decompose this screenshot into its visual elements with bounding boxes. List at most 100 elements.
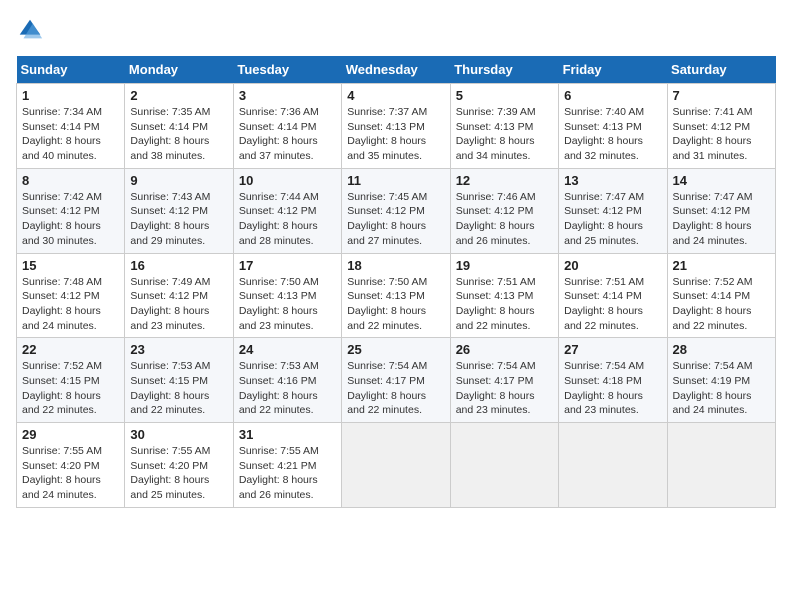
- day-number: 14: [673, 173, 770, 188]
- calendar-cell: 5Sunrise: 7:39 AMSunset: 4:13 PMDaylight…: [450, 84, 558, 169]
- calendar-cell: [559, 423, 667, 508]
- day-number: 30: [130, 427, 227, 442]
- calendar-cell: 8 Sunrise: 7:42 AMSunset: 4:12 PMDaylight…: [17, 168, 125, 253]
- day-number: 27: [564, 342, 661, 357]
- day-info: Sunrise: 7:37 AMSunset: 4:13 PMDaylight:…: [347, 106, 427, 162]
- day-info: Sunrise: 7:51 AMSunset: 4:14 PMDaylight:…: [564, 276, 644, 332]
- day-number: 19: [456, 258, 553, 273]
- day-info: Sunrise: 7:53 AMSunset: 4:16 PMDaylight:…: [239, 360, 319, 416]
- day-info: Sunrise: 7:49 AMSunset: 4:12 PMDaylight:…: [130, 276, 210, 332]
- day-info: Sunrise: 7:55 AMSunset: 4:21 PMDaylight:…: [239, 445, 319, 501]
- header-thursday: Thursday: [450, 56, 558, 84]
- day-info: Sunrise: 7:41 AMSunset: 4:12 PMDaylight:…: [673, 106, 753, 162]
- day-info: Sunrise: 7:54 AMSunset: 4:17 PMDaylight:…: [456, 360, 536, 416]
- calendar-cell: 11 Sunrise: 7:45 AMSunset: 4:12 PMDayligh…: [342, 168, 450, 253]
- calendar-cell: 17 Sunrise: 7:50 AMSunset: 4:13 PMDayligh…: [233, 253, 341, 338]
- day-info: Sunrise: 7:55 AMSunset: 4:20 PMDaylight:…: [130, 445, 210, 501]
- calendar-week-row: 15 Sunrise: 7:48 AMSunset: 4:12 PMDayligh…: [17, 253, 776, 338]
- calendar-cell: 20 Sunrise: 7:51 AMSunset: 4:14 PMDayligh…: [559, 253, 667, 338]
- day-number: 15: [22, 258, 119, 273]
- header-saturday: Saturday: [667, 56, 775, 84]
- header-monday: Monday: [125, 56, 233, 84]
- day-info: Sunrise: 7:50 AMSunset: 4:13 PMDaylight:…: [239, 276, 319, 332]
- calendar-cell: 30 Sunrise: 7:55 AMSunset: 4:20 PMDayligh…: [125, 423, 233, 508]
- day-number: 4: [347, 88, 444, 103]
- calendar-header-row: SundayMondayTuesdayWednesdayThursdayFrid…: [17, 56, 776, 84]
- day-number: 5: [456, 88, 553, 103]
- page-header: [16, 16, 776, 44]
- day-number: 17: [239, 258, 336, 273]
- day-info: Sunrise: 7:34 AMSunset: 4:14 PMDaylight:…: [22, 106, 102, 162]
- header-tuesday: Tuesday: [233, 56, 341, 84]
- day-number: 10: [239, 173, 336, 188]
- day-number: 31: [239, 427, 336, 442]
- calendar-week-row: 1 Sunrise: 7:34 AMSunset: 4:14 PMDaylight…: [17, 84, 776, 169]
- day-info: Sunrise: 7:46 AMSunset: 4:12 PMDaylight:…: [456, 191, 536, 247]
- calendar-cell: 4 Sunrise: 7:37 AMSunset: 4:13 PMDaylight…: [342, 84, 450, 169]
- calendar-week-row: 29Sunrise: 7:55 AMSunset: 4:20 PMDayligh…: [17, 423, 776, 508]
- calendar-week-row: 22Sunrise: 7:52 AMSunset: 4:15 PMDayligh…: [17, 338, 776, 423]
- calendar-cell: 18Sunrise: 7:50 AMSunset: 4:13 PMDayligh…: [342, 253, 450, 338]
- day-number: 20: [564, 258, 661, 273]
- calendar-cell: 10 Sunrise: 7:44 AMSunset: 4:12 PMDayligh…: [233, 168, 341, 253]
- day-number: 24: [239, 342, 336, 357]
- calendar-week-row: 8 Sunrise: 7:42 AMSunset: 4:12 PMDaylight…: [17, 168, 776, 253]
- day-number: 28: [673, 342, 770, 357]
- calendar-cell: [667, 423, 775, 508]
- calendar-cell: 3Sunrise: 7:36 AMSunset: 4:14 PMDaylight…: [233, 84, 341, 169]
- day-number: 2: [130, 88, 227, 103]
- calendar-cell: 21 Sunrise: 7:52 AMSunset: 4:14 PMDayligh…: [667, 253, 775, 338]
- logo: [16, 16, 48, 44]
- day-number: 6: [564, 88, 661, 103]
- calendar-cell: 24 Sunrise: 7:53 AMSunset: 4:16 PMDayligh…: [233, 338, 341, 423]
- day-info: Sunrise: 7:50 AMSunset: 4:13 PMDaylight:…: [347, 276, 427, 332]
- day-number: 7: [673, 88, 770, 103]
- day-info: Sunrise: 7:42 AMSunset: 4:12 PMDaylight:…: [22, 191, 102, 247]
- day-info: Sunrise: 7:47 AMSunset: 4:12 PMDaylight:…: [673, 191, 753, 247]
- day-info: Sunrise: 7:47 AMSunset: 4:12 PMDaylight:…: [564, 191, 644, 247]
- day-number: 1: [22, 88, 119, 103]
- calendar-cell: 14 Sunrise: 7:47 AMSunset: 4:12 PMDayligh…: [667, 168, 775, 253]
- day-info: Sunrise: 7:35 AMSunset: 4:14 PMDaylight:…: [130, 106, 210, 162]
- day-info: Sunrise: 7:54 AMSunset: 4:17 PMDaylight:…: [347, 360, 427, 416]
- day-info: Sunrise: 7:53 AMSunset: 4:15 PMDaylight:…: [130, 360, 210, 416]
- day-info: Sunrise: 7:54 AMSunset: 4:18 PMDaylight:…: [564, 360, 644, 416]
- calendar-cell: 27 Sunrise: 7:54 AMSunset: 4:18 PMDayligh…: [559, 338, 667, 423]
- day-info: Sunrise: 7:52 AMSunset: 4:15 PMDaylight:…: [22, 360, 102, 416]
- day-info: Sunrise: 7:52 AMSunset: 4:14 PMDaylight:…: [673, 276, 753, 332]
- day-info: Sunrise: 7:44 AMSunset: 4:12 PMDaylight:…: [239, 191, 319, 247]
- day-number: 8: [22, 173, 119, 188]
- header-friday: Friday: [559, 56, 667, 84]
- calendar-cell: 2 Sunrise: 7:35 AMSunset: 4:14 PMDaylight…: [125, 84, 233, 169]
- calendar-cell: 28Sunrise: 7:54 AMSunset: 4:19 PMDayligh…: [667, 338, 775, 423]
- calendar-cell: 29Sunrise: 7:55 AMSunset: 4:20 PMDayligh…: [17, 423, 125, 508]
- calendar-cell: 1 Sunrise: 7:34 AMSunset: 4:14 PMDaylight…: [17, 84, 125, 169]
- calendar-cell: 12 Sunrise: 7:46 AMSunset: 4:12 PMDayligh…: [450, 168, 558, 253]
- header-wednesday: Wednesday: [342, 56, 450, 84]
- calendar-cell: 13Sunrise: 7:47 AMSunset: 4:12 PMDayligh…: [559, 168, 667, 253]
- calendar-cell: 15 Sunrise: 7:48 AMSunset: 4:12 PMDayligh…: [17, 253, 125, 338]
- day-info: Sunrise: 7:43 AMSunset: 4:12 PMDaylight:…: [130, 191, 210, 247]
- calendar-cell: 25 Sunrise: 7:54 AMSunset: 4:17 PMDayligh…: [342, 338, 450, 423]
- day-info: Sunrise: 7:36 AMSunset: 4:14 PMDaylight:…: [239, 106, 319, 162]
- calendar-cell: [342, 423, 450, 508]
- day-number: 25: [347, 342, 444, 357]
- day-number: 11: [347, 173, 444, 188]
- calendar-cell: 31 Sunrise: 7:55 AMSunset: 4:21 PMDayligh…: [233, 423, 341, 508]
- day-info: Sunrise: 7:48 AMSunset: 4:12 PMDaylight:…: [22, 276, 102, 332]
- calendar-cell: 19 Sunrise: 7:51 AMSunset: 4:13 PMDayligh…: [450, 253, 558, 338]
- header-sunday: Sunday: [17, 56, 125, 84]
- calendar-cell: 26 Sunrise: 7:54 AMSunset: 4:17 PMDayligh…: [450, 338, 558, 423]
- day-number: 16: [130, 258, 227, 273]
- day-number: 9: [130, 173, 227, 188]
- day-number: 26: [456, 342, 553, 357]
- day-info: Sunrise: 7:51 AMSunset: 4:13 PMDaylight:…: [456, 276, 536, 332]
- day-number: 12: [456, 173, 553, 188]
- calendar-cell: 9 Sunrise: 7:43 AMSunset: 4:12 PMDaylight…: [125, 168, 233, 253]
- calendar-table: SundayMondayTuesdayWednesdayThursdayFrid…: [16, 56, 776, 508]
- day-info: Sunrise: 7:45 AMSunset: 4:12 PMDaylight:…: [347, 191, 427, 247]
- calendar-cell: [450, 423, 558, 508]
- calendar-cell: 23Sunrise: 7:53 AMSunset: 4:15 PMDayligh…: [125, 338, 233, 423]
- calendar-cell: 7 Sunrise: 7:41 AMSunset: 4:12 PMDaylight…: [667, 84, 775, 169]
- day-number: 21: [673, 258, 770, 273]
